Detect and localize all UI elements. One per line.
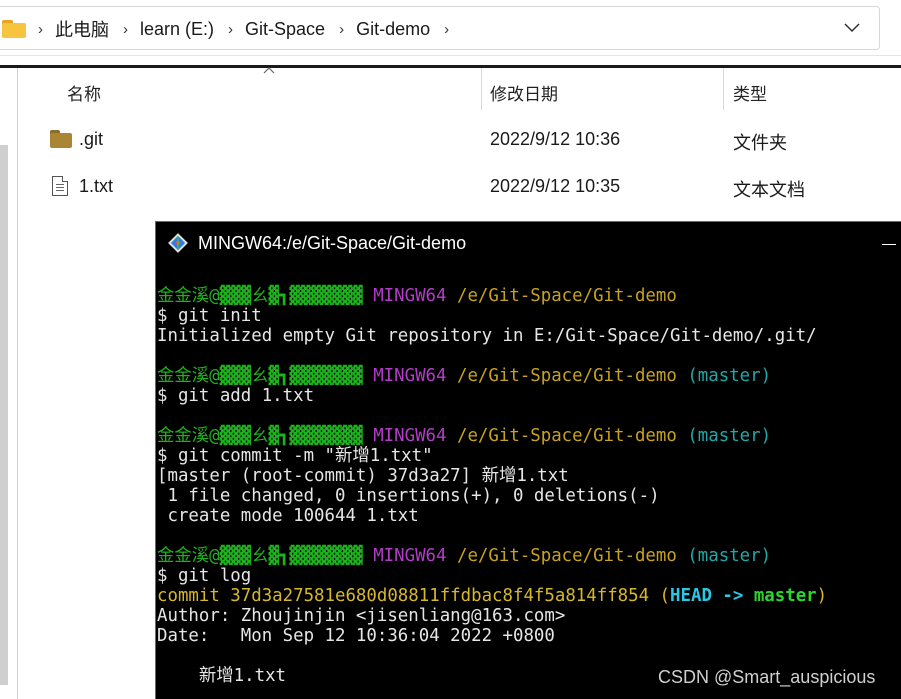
file-row[interactable]: 1.txt 2022/9/12 10:35 文本文档 <box>0 164 901 208</box>
prompt-path: /e/Git-Space/Git-demo <box>456 546 677 566</box>
prompt-line: 金金溪@▓▓▓ㄠ▓┓▓▓▓▓▓▓▓ MINGW64 /e/Git-Space/G… <box>157 546 901 566</box>
column-header-modified[interactable]: 修改日期 <box>490 80 558 105</box>
log-author: Author: Zhoujinjin <jisenliang@163.com> <box>157 606 566 626</box>
log-commit-hash: commit 37d3a27581e680d08811ffdbac8f4f5a8… <box>157 586 671 606</box>
prompt-user: 金金溪@ <box>157 426 220 446</box>
folder-icon <box>50 130 72 148</box>
breadcrumb-drive-e[interactable]: learn (E:) <box>140 19 214 40</box>
file-row[interactable]: .git 2022/9/12 10:36 文件夹 <box>0 117 901 161</box>
navigation-scrollbar[interactable] <box>0 145 8 685</box>
prompt-env: MINGW64 <box>373 366 447 386</box>
minimize-icon <box>882 244 896 245</box>
text-file-icon <box>52 176 68 196</box>
prompt-line: 金金溪@▓▓▓ㄠ▓┓▓▓▓▓▓▓▓ MINGW64 /e/Git-Space/G… <box>157 366 901 386</box>
prompt-masked: ▓▓▓ㄠ▓┓▓▓▓▓▓▓▓ <box>219 546 363 566</box>
prompt-branch: (master) <box>687 546 772 566</box>
log-commit-line: commit 37d3a27581e680d08811ffdbac8f4f5a8… <box>157 586 901 606</box>
divider <box>0 65 901 68</box>
terminal-title: MINGW64:/e/Git-Space/Git-demo <box>198 233 467 253</box>
column-divider[interactable] <box>723 68 724 110</box>
watermark: CSDN @Smart_auspicious <box>658 667 876 687</box>
log-date: Date: Mon Sep 12 10:36:04 2022 +0800 <box>157 626 555 646</box>
terminal-title-bar[interactable]: MINGW64:/e/Git-Space/Git-demo <box>156 222 901 264</box>
output-line: [master (root-commit) 37d3a27] 新增1.txt <box>157 466 569 486</box>
breadcrumb-separator[interactable]: › <box>228 21 233 38</box>
output-line: create mode 100644 1.txt <box>157 506 419 526</box>
prompt-line: 金金溪@▓▓▓ㄠ▓┓▓▓▓▓▓▓▓ MINGW64 /e/Git-Space/G… <box>157 426 901 446</box>
breadcrumb-git-demo[interactable]: Git-demo <box>356 19 430 40</box>
command-line: $ git init <box>157 306 262 326</box>
column-divider[interactable] <box>481 68 482 110</box>
command-line: $ git add 1.txt <box>157 386 315 406</box>
prompt-branch: (master) <box>687 366 772 386</box>
prompt-path: /e/Git-Space/Git-demo <box>456 366 677 386</box>
terminal-output[interactable]: 金金溪@▓▓▓ㄠ▓┓▓▓▓▓▓▓▓ MINGW64 /e/Git-Space/G… <box>157 286 901 686</box>
breadcrumb-separator[interactable]: › <box>339 21 344 38</box>
prompt-masked: ▓▓▓ㄠ▓┓▓▓▓▓▓▓▓ <box>219 286 363 306</box>
minimize-button[interactable] <box>880 230 901 254</box>
breadcrumb-git-space[interactable]: Git-Space <box>245 19 325 40</box>
output-line: Initialized empty Git repository in E:/G… <box>157 326 817 346</box>
file-modified: 2022/9/12 10:35 <box>490 176 621 196</box>
log-head: HEAD -> <box>670 586 754 606</box>
column-header-type[interactable]: 类型 <box>733 80 767 105</box>
terminal-window[interactable]: MINGW64:/e/Git-Space/Git-demo 金金溪@▓▓▓ㄠ▓┓… <box>155 221 901 699</box>
output-line: 1 file changed, 0 insertions(+), 0 delet… <box>157 486 660 506</box>
prompt-masked: ▓▓▓ㄠ▓┓▓▓▓▓▓▓▓ <box>219 366 363 386</box>
prompt-env: MINGW64 <box>373 546 447 566</box>
prompt-user: 金金溪@ <box>157 286 220 306</box>
prompt-env: MINGW64 <box>373 286 447 306</box>
breadcrumb-separator[interactable]: › <box>38 21 43 38</box>
folder-icon <box>2 20 26 38</box>
prompt-line: 金金溪@▓▓▓ㄠ▓┓▓▓▓▓▓▓▓ MINGW64 /e/Git-Space/G… <box>157 286 901 306</box>
file-type: 文件夹 <box>733 133 787 153</box>
prompt-user: 金金溪@ <box>157 546 220 566</box>
prompt-masked: ▓▓▓ㄠ▓┓▓▓▓▓▓▓▓ <box>219 426 363 446</box>
address-bar: › 此电脑 › learn (E:) › Git-Space › Git-dem… <box>0 0 901 56</box>
file-name: .git <box>79 129 104 149</box>
breadcrumb-separator[interactable]: › <box>444 21 449 38</box>
prompt-user: 金金溪@ <box>157 366 220 386</box>
command-line: $ git log <box>157 566 252 586</box>
breadcrumb: › 此电脑 › learn (E:) › Git-Space › Git-dem… <box>0 17 461 41</box>
chevron-down-icon[interactable] <box>843 18 861 36</box>
file-modified: 2022/9/12 10:36 <box>490 129 621 149</box>
file-type: 文本文档 <box>733 180 805 200</box>
breadcrumb-separator[interactable]: › <box>123 21 128 38</box>
breadcrumb-this-pc[interactable]: 此电脑 <box>55 16 109 42</box>
prompt-path: /e/Git-Space/Git-demo <box>456 426 677 446</box>
git-logo-icon <box>168 233 188 253</box>
prompt-branch: (master) <box>687 426 772 446</box>
sort-ascending-icon <box>263 64 275 77</box>
log-branch: master <box>753 586 817 606</box>
file-name: 1.txt <box>79 176 114 196</box>
log-close: ) <box>816 586 828 606</box>
command-line: $ git commit -m "新增1.txt" <box>157 446 433 466</box>
column-header-name[interactable]: 名称 <box>67 80 101 105</box>
prompt-path: /e/Git-Space/Git-demo <box>456 286 677 306</box>
prompt-env: MINGW64 <box>373 426 447 446</box>
